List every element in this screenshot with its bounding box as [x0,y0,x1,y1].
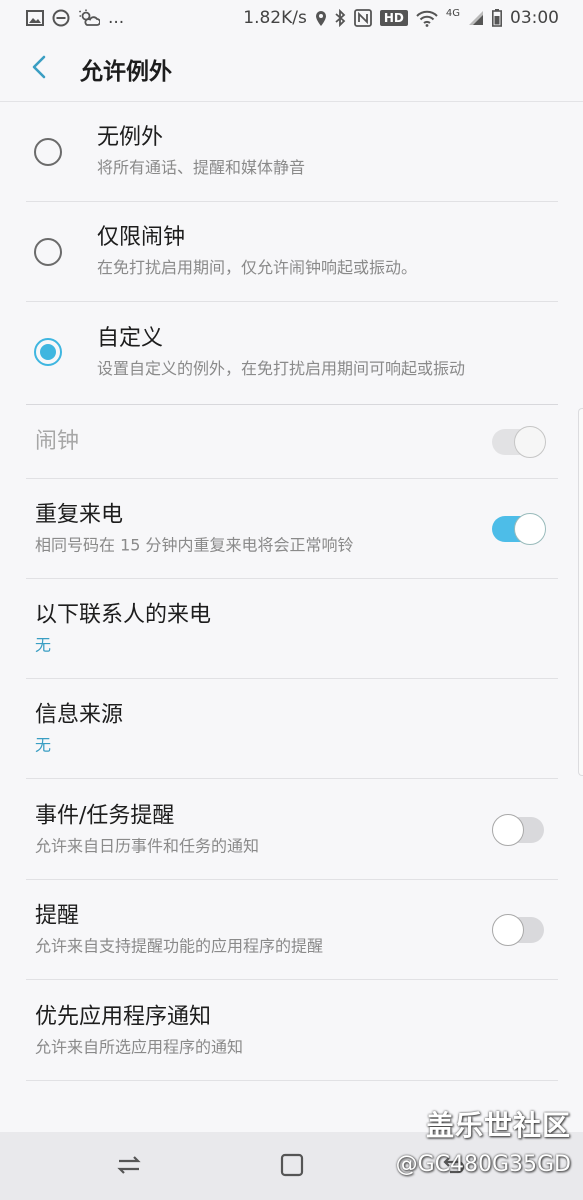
setting-title: 以下联系人的来电 [35,602,212,627]
battery-icon [492,9,502,27]
wifi-icon [416,10,438,27]
radio-option-title: 无例外 [97,125,164,150]
dnd-icon [52,9,70,27]
setting-subtitle: 允许来自日历事件和任务的通知 [35,836,260,855]
setting-priority-apps[interactable]: 优先应用程序通知 允许来自所选应用程序的通知 [26,981,558,1081]
radio-option-subtitle: 设置自定义的例外，在免打扰启用期间可响起或振动 [97,358,466,378]
nfc-icon [353,9,372,27]
radio-button[interactable] [34,137,62,166]
watermark-brand: 盖乐世社区 [425,1109,571,1142]
recents-button[interactable] [112,1150,146,1184]
watermark: 盖乐世社区 @GC480G35GD [396,1104,571,1177]
edge-panel-handle[interactable] [578,408,583,776]
setting-text: 信息来源 无 [35,700,123,757]
status-bar-left: ... [26,8,124,28]
image-icon [26,10,44,26]
setting-value: 无 [35,635,52,654]
radio-text: 自定义 设置自定义的例外，在免打扰启用期间可响起或振动 [97,324,465,381]
setting-title: 信息来源 [35,702,124,727]
radio-option-subtitle: 将所有通话、提醒和媒体静音 [97,158,306,177]
setting-text: 提醒 允许来自支持提醒功能的应用程序的提醒 [35,901,323,958]
setting-text: 重复来电 相同号码在 15 分钟内重复来电将会正常响铃 [35,500,354,557]
weather-icon [78,9,100,27]
radio-text: 无例外 将所有通话、提醒和媒体静音 [97,123,305,180]
setting-events-tasks[interactable]: 事件/任务提醒 允许来自日历事件和任务的通知 [26,780,558,880]
watermark-user: @GC480G35GD [395,1152,571,1177]
setting-repeat-callers[interactable]: 重复来电 相同号码在 15 分钟内重复来电将会正常响铃 [26,479,558,579]
status-bar-right: 1.82K/s HD 4G 03:00 [243,7,559,29]
reminders-switch[interactable] [492,913,546,946]
alarm-switch [492,425,546,458]
network-type: 4G [445,7,460,19]
switch-thumb [514,512,546,545]
page-title: 允许例外 [80,59,172,85]
setting-title: 事件/任务提醒 [35,803,175,828]
setting-title: 优先应用程序通知 [35,1004,212,1029]
home-button[interactable] [275,1150,309,1184]
setting-calls-from[interactable]: 以下联系人的来电 无 [26,579,558,679]
switch-thumb [492,913,524,946]
app-bar: 允许例外 [0,36,583,102]
setting-reminders[interactable]: 提醒 允许来自支持提醒功能的应用程序的提醒 [26,880,558,980]
setting-text: 闹钟 [35,427,79,457]
setting-title: 闹钟 [35,428,80,454]
home-icon [279,1152,305,1182]
clock: 03:00 [510,8,559,28]
setting-title: 重复来电 [35,502,124,527]
radio-option-title: 仅限闹钟 [97,225,186,250]
switch-thumb [514,425,546,458]
radio-button-selected[interactable] [34,338,62,366]
radio-option-title: 自定义 [97,325,164,351]
setting-text: 优先应用程序通知 允许来自所选应用程序的通知 [35,1002,243,1059]
recents-icon [116,1154,142,1180]
setting-alarm: 闹钟 [26,405,558,479]
radio-button[interactable] [34,237,62,266]
radio-text: 仅限闹钟 在免打扰启用期间，仅允许闹钟响起或振动。 [97,223,417,280]
setting-messages-from[interactable]: 信息来源 无 [26,679,558,779]
hd-badge: HD [379,10,408,26]
setting-subtitle: 允许来自支持提醒功能的应用程序的提醒 [35,936,324,955]
radio-option-no-exceptions[interactable]: 无例外 将所有通话、提醒和媒体静音 [26,102,558,202]
setting-value: 无 [35,735,52,754]
location-icon [315,10,327,27]
back-arrow-icon [32,55,46,83]
setting-text: 以下联系人的来电 无 [35,600,211,657]
status-bar: ... 1.82K/s HD 4G 03:00 [0,0,583,36]
more-indicator: ... [108,8,125,28]
switch-thumb [492,813,524,846]
radio-option-alarms-only[interactable]: 仅限闹钟 在免打扰启用期间，仅允许闹钟响起或振动。 [26,202,558,302]
signal-icon [468,10,484,26]
setting-subtitle: 允许来自所选应用程序的通知 [35,1037,244,1056]
repeat-callers-switch[interactable] [492,512,546,545]
setting-text: 事件/任务提醒 允许来自日历事件和任务的通知 [35,801,259,858]
network-speed: 1.82K/s [243,8,307,28]
radio-option-custom[interactable]: 自定义 设置自定义的例外，在免打扰启用期间可响起或振动 [26,302,558,402]
radio-option-subtitle: 在免打扰启用期间，仅允许闹钟响起或振动。 [97,258,418,277]
back-button[interactable] [4,36,74,102]
events-tasks-switch[interactable] [492,813,546,846]
radio-selected-dot [40,344,56,360]
setting-subtitle: 相同号码在 15 分钟内重复来电将会正常响铃 [35,535,354,554]
setting-title: 提醒 [35,903,80,928]
bluetooth-icon [335,9,346,27]
